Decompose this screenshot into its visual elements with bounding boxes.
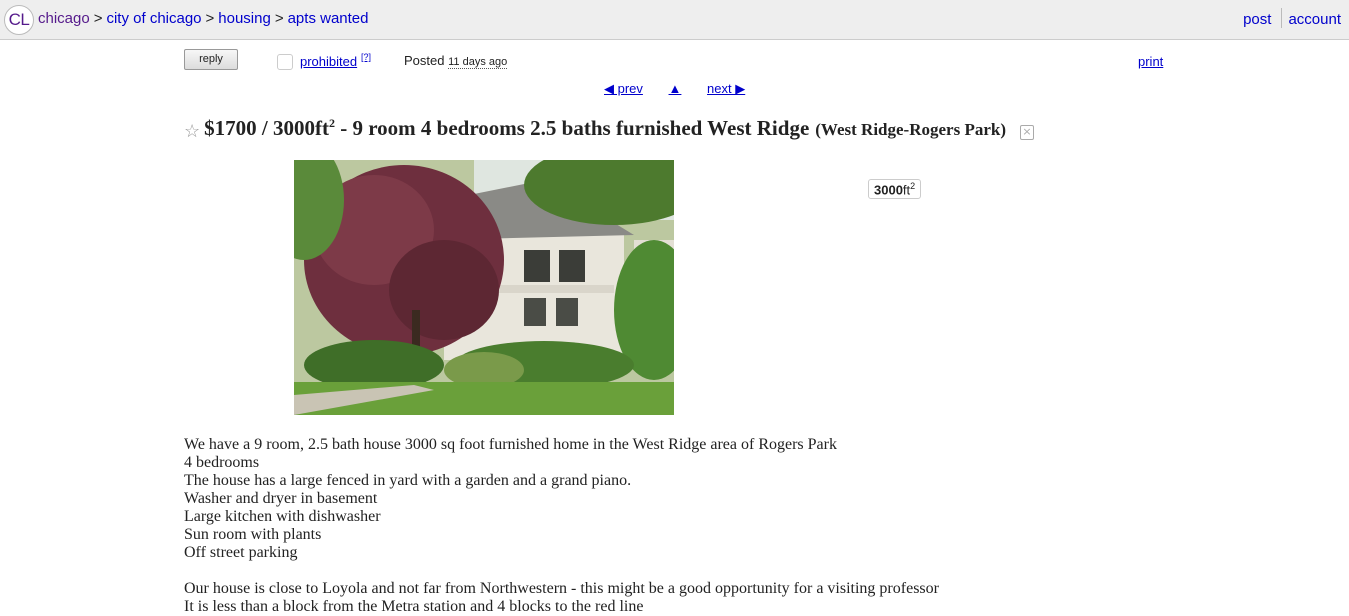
title-text: $1700 / 3000ft2 - 9 room 4 bedrooms 2.5 … <box>204 116 809 140</box>
posted-info: Posted 11 days ago <box>404 53 508 69</box>
breadcrumb-chicago[interactable]: chicago <box>38 10 90 27</box>
user-links: post account <box>1243 8 1341 30</box>
body-line: 4 bedrooms <box>184 454 260 471</box>
prev-link[interactable]: ◀ prev <box>604 81 643 96</box>
up-link[interactable]: ▲ <box>669 81 682 96</box>
housing-attribute: 3000ft2 <box>868 179 922 200</box>
breadcrumb-separator: > <box>274 10 284 27</box>
title-description: - 9 room 4 bedrooms 2.5 baths furnished … <box>334 116 810 140</box>
prohibited-link[interactable]: prohibited <box>300 54 357 69</box>
divider <box>1281 8 1283 28</box>
price: $1700 <box>204 116 257 140</box>
location: (West Ridge-Rogers Park) <box>815 120 1007 139</box>
body-line: We have a 9 room, 2.5 bath house 3000 sq… <box>184 436 837 453</box>
body-line: Washer and dryer in basement <box>184 490 378 507</box>
posting-title: ☆ $1700 / 3000ft2 - 9 room 4 bedrooms 2.5… <box>184 116 1035 142</box>
posting-body: We have a 9 room, 2.5 bath house 3000 sq… <box>184 436 1184 616</box>
breadcrumb: chicago > city of chicago > housing > apts wan… <box>38 10 368 27</box>
body-line: It is less than a block from the Metra s… <box>184 598 644 615</box>
post-link[interactable]: post <box>1243 11 1271 28</box>
body-line: Off street parking <box>184 544 298 561</box>
post-navigation: ◀ prev ▲ next ▶ <box>604 81 767 97</box>
house-image <box>294 160 674 415</box>
posted-label: Posted <box>404 53 445 68</box>
breadcrumb-housing[interactable]: housing <box>218 10 271 27</box>
craigslist-logo[interactable]: CL <box>4 5 34 35</box>
breadcrumb-city-of-chicago[interactable]: city of chicago <box>106 10 201 27</box>
top-bar: CL chicago > city of chicago > housing > apts … <box>0 0 1349 40</box>
attr-size-superscript: 2 <box>910 181 916 191</box>
help-link[interactable]: [?] <box>361 52 371 62</box>
body-line: Sun room with plants <box>184 526 322 543</box>
listing-photo[interactable] <box>294 160 674 415</box>
housing-size: / 3000ft <box>256 116 329 140</box>
flag-checkbox[interactable] <box>277 54 293 70</box>
paragraph-break <box>184 562 1184 580</box>
breadcrumb-separator: > <box>205 10 215 27</box>
print-link[interactable]: print <box>1138 54 1163 69</box>
reply-button[interactable]: reply <box>184 49 238 70</box>
body-line: Our house is close to Loyola and not far… <box>184 580 939 597</box>
body-line: Large kitchen with dishwasher <box>184 508 381 525</box>
favorite-star-icon[interactable]: ☆ <box>184 121 200 141</box>
breadcrumb-separator: > <box>93 10 103 27</box>
breadcrumb-apts-wanted[interactable]: apts wanted <box>288 10 369 27</box>
account-link[interactable]: account <box>1288 11 1341 28</box>
next-link[interactable]: next ▶ <box>707 81 745 96</box>
body-line: The house has a large fenced in yard wit… <box>184 472 632 489</box>
attr-size-value: 3000 <box>874 182 903 198</box>
hide-posting-icon[interactable]: × <box>1020 124 1035 140</box>
posted-time: 11 days ago <box>448 56 508 69</box>
